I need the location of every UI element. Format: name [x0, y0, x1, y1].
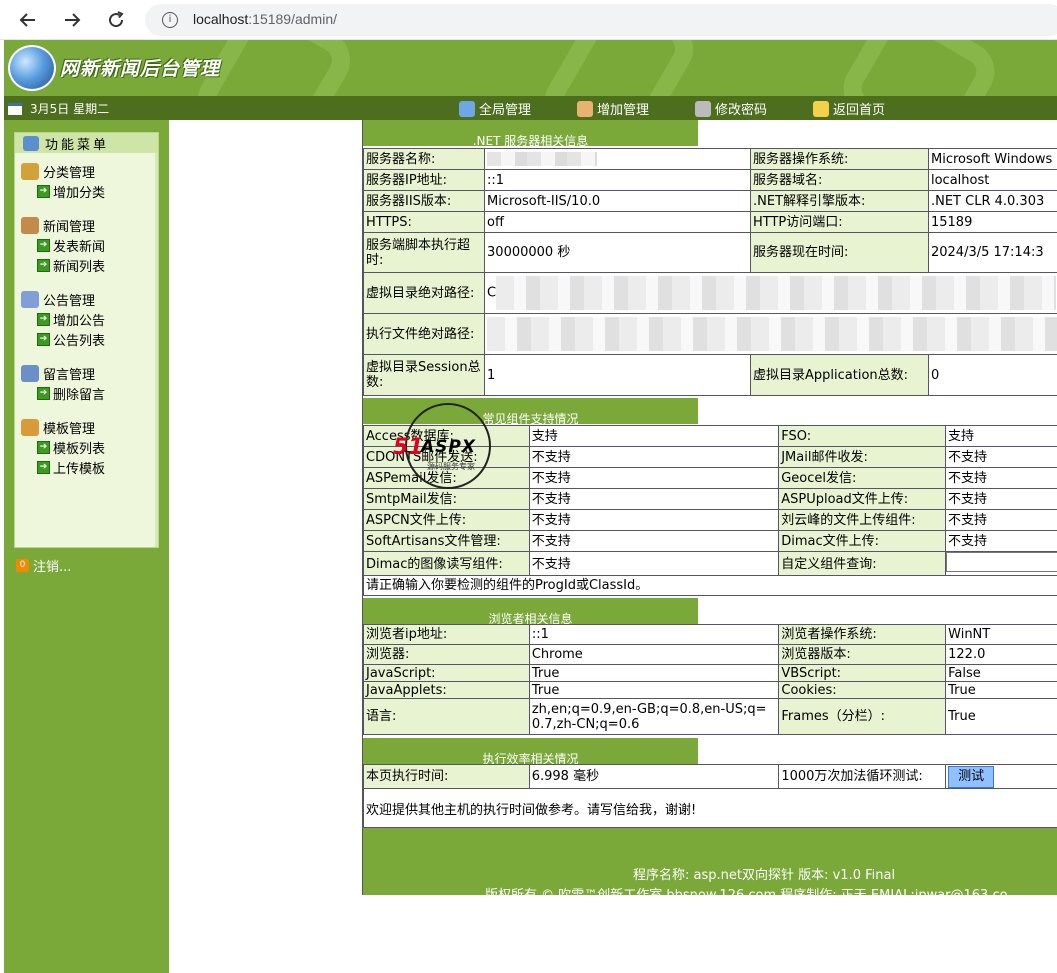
browser-info-table: 浏览者ip地址:::1 浏览者操作系统: WinNT 浏览器: Chrome 浏览器版本… — [363, 624, 1057, 735]
tools-icon — [695, 100, 712, 117]
search-icon — [21, 418, 39, 436]
url-text: localhost:15189/admin/ — [193, 11, 337, 27]
redacted-value — [487, 152, 598, 166]
table-row: 服务器IIS版本: Microsoft-IIS/10.0 .NET解释引擎版本:.… — [362, 190, 1057, 212]
custom-component-input[interactable] — [945, 552, 1057, 572]
power-icon: 0 — [16, 559, 29, 572]
table-row: JavaScript: True VBScript: False — [363, 664, 1057, 682]
arrow-right-icon: ➔ — [37, 460, 50, 474]
menu-item-add-notice[interactable]: ➔ 增加公告 — [21, 309, 158, 329]
back-arrow-icon — [19, 13, 35, 27]
reload-icon — [109, 11, 124, 28]
server-info-table: 服务器名称: 服务器操作系统: Microsoft Windows 服务器IP地… — [362, 148, 1057, 396]
section-server-title: .NET 服务器相关信息 — [363, 120, 698, 148]
site-info-icon[interactable]: i — [162, 12, 178, 28]
table-row: 浏览者ip地址:::1 浏览者操作系统: WinNT — [363, 624, 1057, 645]
news-icon — [21, 216, 39, 234]
logout-link[interactable]: 0 注销... — [16, 556, 71, 575]
globe-logo-icon — [8, 45, 56, 91]
nav-add-admin[interactable]: 增加管理 — [577, 99, 649, 118]
page-footer: 程序名称: asp.net双向探针 版本: v1.0 Final 版权所有 © … — [363, 828, 1057, 903]
arrow-right-icon: ➔ — [37, 386, 50, 400]
efficiency-table: 本页执行时间: 6.998 毫秒 1000万次加法循环测试: 测试 — [363, 764, 1057, 789]
table-row: ASPCN文件上传: 不支持 刘云峰的文件上传组件: 不支持 — [363, 509, 1057, 531]
main-content: .NET 服务器相关信息 服务器名称: 服务器操作系统: Microsoft W… — [362, 120, 1057, 903]
menu-title: 功能菜单 — [15, 133, 158, 153]
home-icon — [23, 135, 39, 151]
menu-item-delete-message[interactable]: ➔ 删除留言 — [21, 383, 158, 403]
table-row: SoftArtisans文件管理: 不支持 Dimac文件上传: 不支持 — [363, 530, 1057, 552]
table-row: 服务端脚本执行超时: 30000000 秒 服务器现在时间: 2024/3/5 17… — [362, 232, 1057, 273]
calendar-icon — [8, 102, 22, 115]
site-logo-text: 网新新闻后台管理 — [60, 58, 221, 80]
redacted-value — [487, 317, 1057, 351]
function-menu: 功能菜单 分类管理 ➔ 增加分类 新闻管理 ➔ 发表新闻 ➔ 新闻列表 公告管理 ➔ 增… — [14, 132, 159, 548]
top-navigation: 3月5日 星期二 全局管理 增加管理 修改密码 返回首页 — [4, 96, 1057, 120]
coins-icon — [21, 162, 39, 180]
browser-toolbar: i localhost:15189/admin/ — [0, 0, 1057, 40]
menu-item-news-list[interactable]: ➔ 新闻列表 — [21, 255, 158, 275]
nav-return-home[interactable]: 返回首页 — [813, 99, 885, 118]
menu-group-message: 留言管理 ➔ 删除留言 — [15, 363, 158, 403]
table-row: 浏览器: Chrome 浏览器版本: 122.0 — [363, 644, 1057, 665]
efficiency-note: 欢迎提供其他主机的执行时间做参考。请写信给我，谢谢! — [363, 788, 1057, 828]
table-row: 执行文件绝对路径: — [362, 313, 1057, 355]
user-icon — [577, 100, 594, 117]
arrow-right-icon: ➔ — [37, 312, 50, 326]
address-bar[interactable]: i localhost:15189/admin/ — [145, 4, 1057, 36]
watermark-logo: 51 ASPX 源码服务专家 — [393, 403, 491, 489]
forward-button[interactable] — [58, 6, 86, 34]
car-icon — [21, 290, 39, 308]
back-button[interactable] — [14, 6, 42, 34]
footer-copyright: 版权所有 © 吹雪™创新工作室 bbsnow.126.com 程序制作: 正天 … — [485, 888, 1008, 903]
forward-arrow-icon — [65, 13, 81, 27]
user-message-icon — [21, 364, 39, 382]
components-note: 请正确输入你要检测的组件的ProgId或ClassId。 — [363, 575, 1057, 596]
menu-group-template: 模板管理 ➔ 模板列表 ➔ 上传模板 — [15, 417, 158, 477]
menu-group-news: 新闻管理 ➔ 发表新闻 ➔ 新闻列表 — [15, 215, 158, 275]
table-row: Dimac的图像读写组件: 不支持 自定义组件查询: — [363, 551, 1057, 577]
home-icon — [459, 100, 475, 117]
site-header: 网新新闻后台管理 — [4, 40, 1057, 96]
test-button[interactable]: 测试 — [948, 765, 995, 788]
left-sidebar: 功能菜单 分类管理 ➔ 增加分类 新闻管理 ➔ 发表新闻 ➔ 新闻列表 公告管理 ➔ 增… — [4, 120, 169, 973]
reload-button[interactable] — [102, 6, 130, 34]
menu-item-notice-list[interactable]: ➔ 公告列表 — [21, 329, 158, 349]
redacted-value — [496, 276, 1057, 310]
table-row: SmtpMail发信: 不支持 ASPUpload文件上传: 不支持 — [363, 488, 1057, 510]
menu-item-upload-template[interactable]: ➔ 上传模板 — [21, 457, 158, 477]
table-row: JavaApplets: True Cookies: True — [363, 681, 1057, 699]
arrow-right-icon: ➔ — [37, 184, 50, 198]
table-row: 虚拟目录绝对路径: C — [362, 272, 1057, 314]
table-row: 服务器名称: 服务器操作系统: Microsoft Windows — [362, 148, 1057, 170]
arrow-right-icon: ➔ — [37, 440, 50, 454]
nav-global-manage[interactable]: 全局管理 — [459, 99, 531, 118]
menu-item-template-list[interactable]: ➔ 模板列表 — [21, 437, 158, 457]
table-row: HTTPS: off HTTP访问端口: 15189 — [362, 211, 1057, 233]
menu-group-notice: 公告管理 ➔ 增加公告 ➔ 公告列表 — [15, 289, 158, 349]
arrow-right-icon: ➔ — [37, 258, 50, 272]
date-display: 3月5日 星期二 — [8, 100, 109, 117]
footer-program-name: 程序名称: asp.net双向探针 版本: v1.0 Final — [633, 868, 896, 883]
table-row: 本页执行时间: 6.998 毫秒 1000万次加法循环测试: 测试 — [363, 764, 1057, 789]
arrow-right-icon: ➔ — [37, 238, 50, 252]
section-browser-title: 浏览者相关信息 — [363, 598, 698, 626]
menu-item-add-category[interactable]: ➔ 增加分类 — [21, 181, 158, 201]
menu-scrollbar[interactable] — [155, 153, 158, 547]
section-efficiency-title: 执行效率相关情况 — [363, 738, 698, 766]
table-row: 虚拟目录Session总数: 1 虚拟目录Application总数: 0 — [362, 354, 1057, 396]
bulb-icon — [813, 100, 830, 117]
table-row: 服务器IP地址:::1 服务器域名: localhost — [362, 169, 1057, 191]
nav-change-password[interactable]: 修改密码 — [695, 99, 767, 118]
menu-group-category: 分类管理 ➔ 增加分类 — [15, 161, 158, 201]
table-row: 语言: zh,en;q=0.9,en-GB;q=0.8,en-US;q=0.7,z… — [363, 698, 1057, 735]
arrow-right-icon: ➔ — [37, 332, 50, 346]
menu-item-post-news[interactable]: ➔ 发表新闻 — [21, 235, 158, 255]
